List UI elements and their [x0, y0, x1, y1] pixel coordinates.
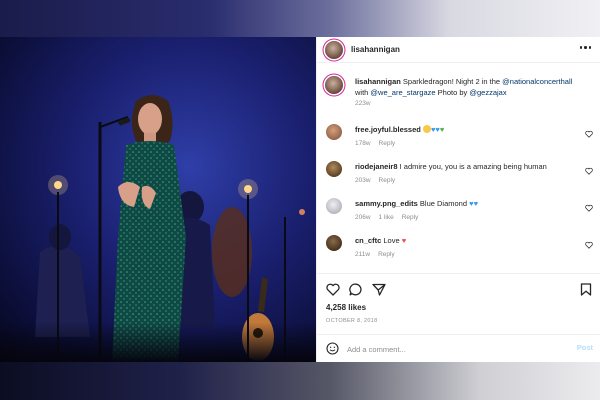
comment-like-count[interactable]: 1 like: [379, 214, 394, 221]
post-date: OCTOBER 8, 2018: [326, 318, 378, 324]
comment-username[interactable]: sammy.png_edits: [355, 199, 418, 208]
concert-photo-illustration: [35, 95, 305, 362]
list-item: sammy.png_edits Blue Diamond ♥♥ 206w 1 l…: [317, 195, 600, 232]
comment-text: free.joyful.blessed ♥♥♥: [355, 125, 575, 135]
comment-username[interactable]: riodejaneir8: [355, 162, 398, 171]
comment-meta: 206w 1 like Reply: [355, 214, 418, 221]
comment-timestamp: 211w: [355, 251, 371, 258]
caption-text: lisahannigan Sparkledragon! Night 2 in t…: [355, 76, 591, 98]
comment-text: sammy.png_edits Blue Diamond ♥♥: [355, 199, 575, 209]
post-comment-button[interactable]: Post: [577, 343, 593, 352]
comment-timestamp: 178w: [355, 140, 371, 147]
comments-list: free.joyful.blessed ♥♥♥ 178w Reply riode…: [317, 121, 600, 269]
heart-icon[interactable]: [585, 167, 593, 175]
post-header: lisahannigan: [317, 37, 600, 63]
comment-body: I admire you, you is a amazing being hum…: [399, 162, 547, 171]
heart-icon[interactable]: [585, 130, 593, 138]
list-item: cn_cftc Love ♥ 211w Reply: [317, 232, 600, 269]
list-item: free.joyful.blessed ♥♥♥ 178w Reply: [317, 121, 600, 158]
bookmark-icon[interactable]: [580, 283, 592, 296]
heart-icon[interactable]: [585, 241, 593, 249]
blue-heart-emoji-icon: ♥: [473, 199, 479, 208]
smile-emoji-icon: [422, 125, 431, 133]
comment-body: Blue Diamond: [419, 199, 468, 208]
post-photo[interactable]: gezzajax: [0, 37, 316, 362]
avatar[interactable]: [326, 161, 342, 177]
mention-link[interactable]: @nationalconcerthall: [502, 77, 572, 86]
comment-icon[interactable]: [349, 283, 363, 296]
comment-text: cn_cftc Love ♥: [355, 236, 575, 246]
reply-link[interactable]: Reply: [379, 140, 396, 147]
more-horizontal-icon[interactable]: [579, 46, 591, 49]
post-actions-bar: [317, 273, 600, 303]
post-detail-panel: lisahannigan lisahannigan Sparkledragon!…: [316, 37, 600, 362]
red-heart-emoji-icon: ♥: [401, 236, 407, 245]
emoji-icon[interactable]: [326, 342, 339, 355]
blurred-backdrop-top: [0, 0, 600, 37]
stage-floor-shadow: [0, 322, 316, 362]
reply-link[interactable]: Reply: [379, 177, 396, 184]
avatar[interactable]: [326, 198, 342, 214]
comment-meta: 211w Reply: [355, 251, 395, 258]
caption-text-part3: Photo by: [435, 88, 470, 97]
mention-link[interactable]: @gezzajax: [469, 88, 506, 97]
heart-icon[interactable]: [585, 204, 593, 212]
comment-username[interactable]: cn_cftc: [355, 236, 381, 245]
comment-timestamp: 203w: [355, 177, 371, 184]
comment-body: Love: [383, 236, 400, 245]
caption-text-part2: with: [355, 88, 371, 97]
list-item: riodejaneir8 I admire you, you is a amaz…: [317, 158, 600, 195]
avatar[interactable]: [326, 124, 342, 140]
comment-meta: 203w Reply: [355, 177, 395, 184]
reply-link[interactable]: Reply: [378, 251, 395, 258]
comment-text: riodejaneir8 I admire you, you is a amaz…: [355, 162, 575, 172]
avatar[interactable]: [325, 40, 343, 59]
caption-avatar[interactable]: [325, 76, 343, 94]
caption-username[interactable]: lisahannigan: [355, 77, 401, 86]
add-comment-bar: Post: [317, 334, 600, 362]
avatar[interactable]: [326, 235, 342, 251]
caption-timestamp: 223w: [355, 100, 371, 107]
like-count[interactable]: 4,258 likes: [326, 303, 366, 312]
heart-icon[interactable]: [326, 283, 340, 296]
comment-username[interactable]: free.joyful.blessed: [355, 125, 421, 134]
share-icon[interactable]: [372, 283, 386, 296]
comment-input[interactable]: [347, 342, 547, 356]
comment-meta: 178w Reply: [355, 140, 395, 147]
comment-timestamp: 206w: [355, 214, 371, 221]
mention-link[interactable]: @we_are_stargaze: [370, 88, 435, 97]
caption: lisahannigan Sparkledragon! Night 2 in t…: [317, 74, 600, 114]
reply-link[interactable]: Reply: [402, 214, 419, 221]
blurred-backdrop-bottom: [0, 362, 600, 400]
post-author-username[interactable]: lisahannigan: [351, 45, 400, 54]
green-heart-emoji-icon: ♥: [439, 125, 445, 134]
caption-text-part1: Sparkledragon! Night 2 in the: [400, 77, 503, 86]
